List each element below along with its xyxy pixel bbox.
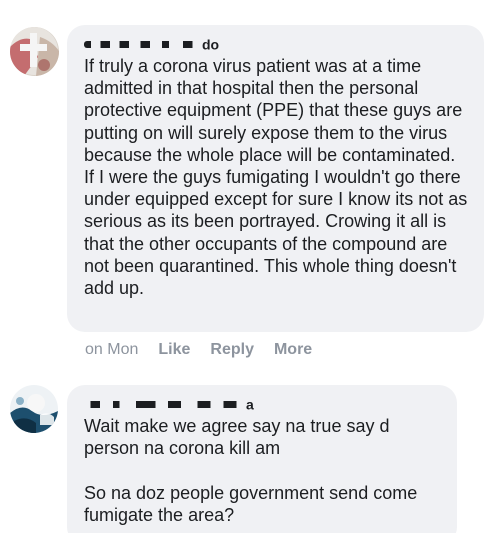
redacted-name: [84, 40, 202, 48]
author-name-fragment: do: [202, 36, 220, 53]
commenter-avatar[interactable]: [10, 27, 59, 76]
reply-button[interactable]: Reply: [210, 340, 254, 360]
comment-actions: on Mon Like Reply More: [85, 340, 332, 360]
comment-bubble: do If truly a corona virus patient was a…: [67, 25, 484, 332]
comment-author[interactable]: a: [84, 393, 441, 417]
comment-author[interactable]: do: [84, 33, 468, 57]
profile-picture-icon: [10, 385, 58, 433]
profile-picture-icon: [10, 27, 59, 76]
comment-text: Wait make we agree say na true say d per…: [84, 416, 418, 525]
like-button[interactable]: Like: [158, 340, 190, 360]
comment-bubble: a Wait make we agree say na true say d p…: [67, 385, 457, 533]
redacted-name: [84, 400, 246, 408]
comment-thread: do If truly a corona virus patient was a…: [0, 0, 500, 533]
author-name-fragment: a: [246, 396, 254, 413]
commenter-avatar[interactable]: [10, 385, 58, 433]
more-button[interactable]: More: [274, 340, 312, 360]
comment-timestamp[interactable]: on Mon: [85, 340, 138, 360]
comment-text: If truly a corona virus patient was at a…: [84, 56, 468, 299]
